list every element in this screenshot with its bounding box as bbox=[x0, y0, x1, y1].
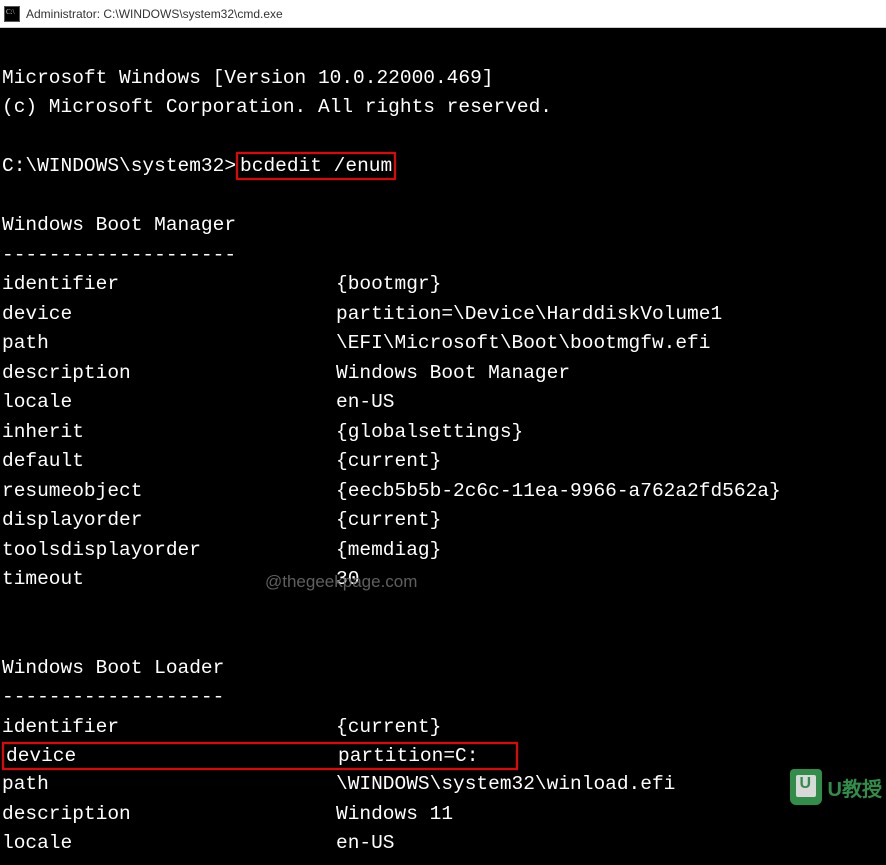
command-text: bcdedit /enum bbox=[240, 155, 392, 177]
output-row: devicepartition=\Device\HarddiskVolume1 bbox=[2, 300, 884, 330]
output-row: localeen-US bbox=[2, 388, 884, 418]
output-value: partition=C: bbox=[338, 744, 478, 768]
output-value: {current} bbox=[336, 447, 441, 477]
output-row: toolsdisplayorder{memdiag} bbox=[2, 536, 884, 566]
output-value: en-US bbox=[336, 829, 395, 859]
banner-line-2: (c) Microsoft Corporation. All rights re… bbox=[2, 96, 552, 118]
output-value: {bootmgr} bbox=[336, 270, 441, 300]
window-title: Administrator: C:\WINDOWS\system32\cmd.e… bbox=[26, 7, 283, 21]
output-value: {eecb5b5b-2c6c-11ea-9966-a762a2fd562a} bbox=[336, 477, 781, 507]
command-highlight: bcdedit /enum bbox=[236, 152, 396, 180]
logo-text: U教授 bbox=[828, 773, 882, 802]
output-key: displayorder bbox=[2, 506, 336, 536]
cmd-icon bbox=[4, 6, 20, 22]
output-row: devicepartition=C: bbox=[2, 742, 884, 770]
output-key: locale bbox=[2, 829, 336, 859]
section1-divider: -------------------- bbox=[2, 244, 236, 266]
output-key: path bbox=[2, 770, 336, 800]
watermark-text: @thegeekpage.com bbox=[265, 572, 417, 592]
output-value: {current} bbox=[336, 506, 441, 536]
banner-line-1: Microsoft Windows [Version 10.0.22000.46… bbox=[2, 67, 493, 89]
output-key: device bbox=[6, 744, 338, 768]
section2-title: Windows Boot Loader bbox=[2, 657, 224, 679]
output-row: displayorder{current} bbox=[2, 506, 884, 536]
terminal-output[interactable]: Microsoft Windows [Version 10.0.22000.46… bbox=[0, 28, 886, 865]
output-value: {memdiag} bbox=[336, 536, 441, 566]
output-row: inherit{globalsettings} bbox=[2, 418, 884, 448]
logo-shield-icon bbox=[790, 769, 822, 805]
output-value: \EFI\Microsoft\Boot\bootmgfw.efi bbox=[336, 329, 710, 359]
output-key: identifier bbox=[2, 270, 336, 300]
output-value: {globalsettings} bbox=[336, 418, 523, 448]
output-row: timeout30 bbox=[2, 565, 884, 595]
logo-watermark: U教授 bbox=[790, 769, 882, 805]
output-row: descriptionWindows 11 bbox=[2, 800, 884, 830]
output-value: Windows Boot Manager bbox=[336, 359, 570, 389]
output-row: identifier{current} bbox=[2, 713, 884, 743]
output-row: path\WINDOWS\system32\winload.efi bbox=[2, 770, 884, 800]
output-row: default{current} bbox=[2, 447, 884, 477]
output-row: localeen-US bbox=[2, 829, 884, 859]
output-key: description bbox=[2, 800, 336, 830]
output-key: identifier bbox=[2, 713, 336, 743]
output-value: \WINDOWS\system32\winload.efi bbox=[336, 770, 675, 800]
section1-title: Windows Boot Manager bbox=[2, 214, 236, 236]
output-key: inherit bbox=[2, 418, 336, 448]
window-titlebar: Administrator: C:\WINDOWS\system32\cmd.e… bbox=[0, 0, 886, 28]
output-row: identifier{bootmgr} bbox=[2, 270, 884, 300]
output-value: Windows 11 bbox=[336, 800, 453, 830]
output-key: resumeobject bbox=[2, 477, 336, 507]
output-value: partition=\Device\HarddiskVolume1 bbox=[336, 300, 722, 330]
output-key: path bbox=[2, 329, 336, 359]
output-key: device bbox=[2, 300, 336, 330]
output-value: {current} bbox=[336, 713, 441, 743]
section2-divider: ------------------- bbox=[2, 686, 224, 708]
output-key: toolsdisplayorder bbox=[2, 536, 336, 566]
prompt: C:\WINDOWS\system32> bbox=[2, 155, 236, 177]
output-row: resumeobject{eecb5b5b-2c6c-11ea-9966-a76… bbox=[2, 477, 884, 507]
output-row: descriptionWindows Boot Manager bbox=[2, 359, 884, 389]
output-value: en-US bbox=[336, 388, 395, 418]
output-row: path\EFI\Microsoft\Boot\bootmgfw.efi bbox=[2, 329, 884, 359]
output-key: description bbox=[2, 359, 336, 389]
output-key: default bbox=[2, 447, 336, 477]
output-key: locale bbox=[2, 388, 336, 418]
